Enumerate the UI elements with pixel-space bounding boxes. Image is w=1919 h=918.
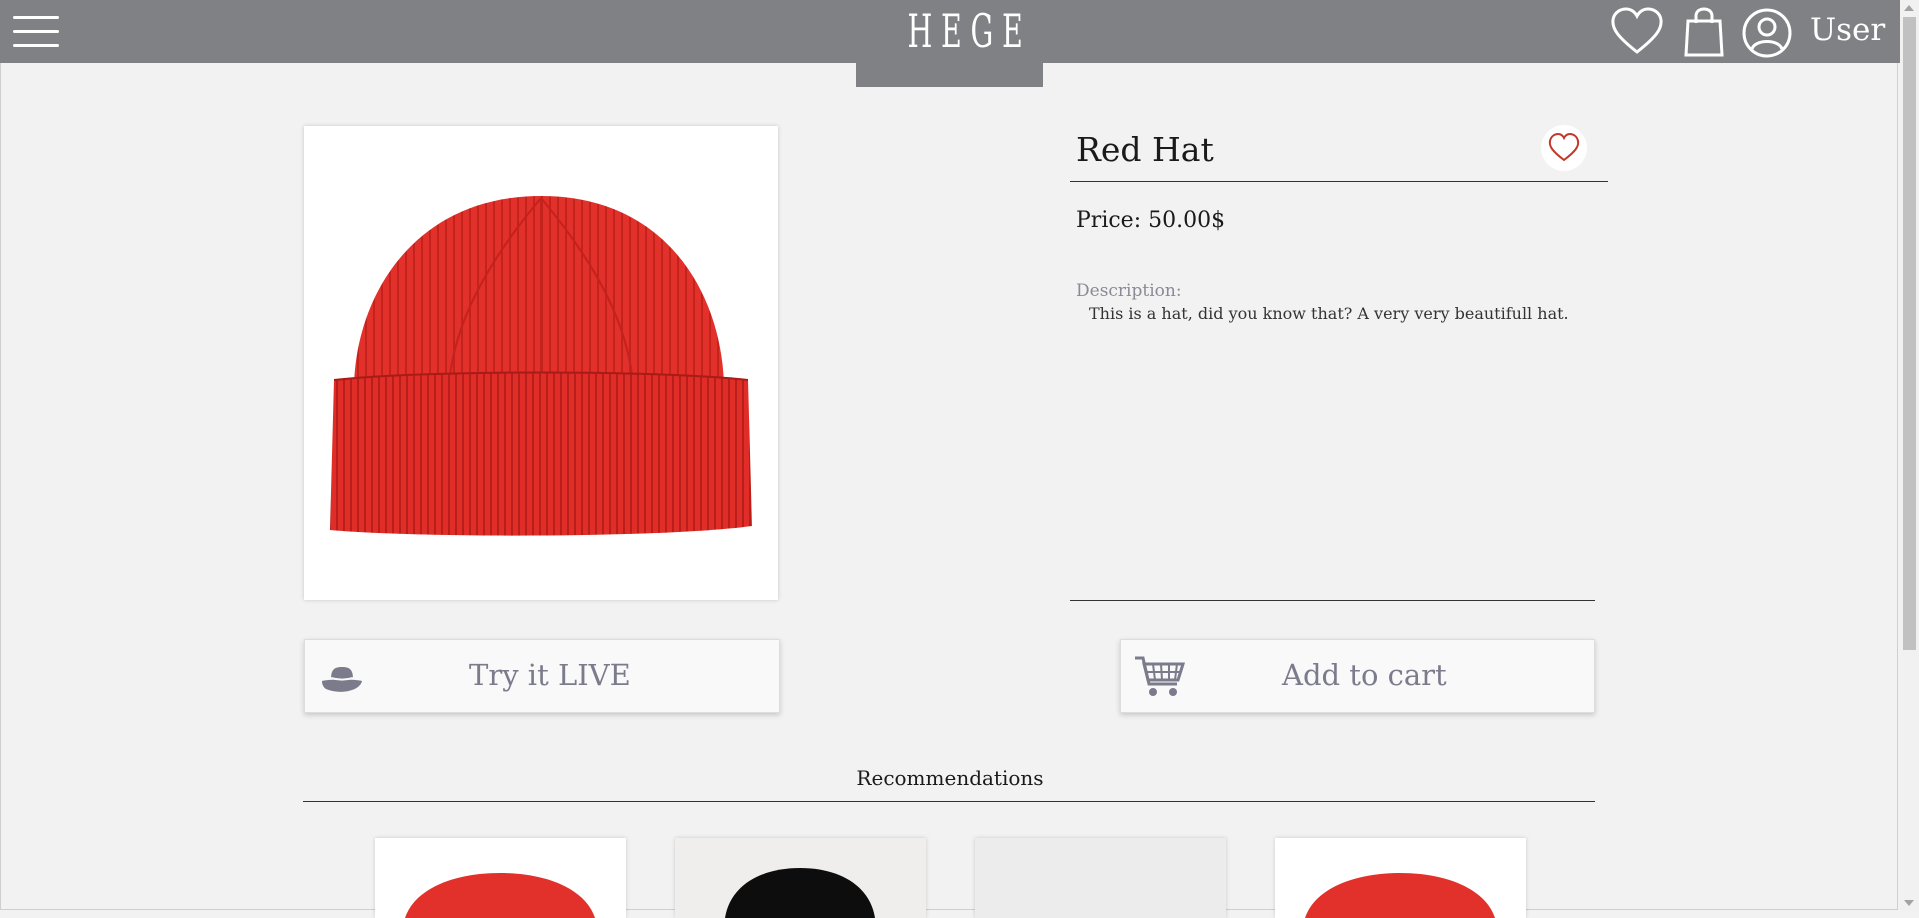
scroll-up-icon[interactable] — [1904, 5, 1914, 11]
brand-logo-text: HEGE — [907, 4, 1032, 58]
product-price: Price: 50.00$ — [1076, 208, 1226, 233]
favorite-heart-icon[interactable] — [1541, 125, 1587, 171]
recommendation-image — [1275, 838, 1526, 918]
try-it-live-label: Try it LIVE — [469, 658, 631, 692]
user-avatar-icon[interactable] — [1741, 7, 1793, 63]
vertical-scrollbar[interactable] — [1900, 0, 1919, 912]
recommendation-image — [375, 838, 626, 918]
hamburger-menu-icon[interactable] — [13, 14, 59, 50]
add-to-cart-label: Add to cart — [1282, 658, 1447, 692]
recommendation-card[interactable] — [375, 838, 626, 918]
hat-icon — [322, 667, 362, 692]
add-to-cart-button[interactable]: Add to cart — [1120, 639, 1595, 713]
red-hat-image — [330, 196, 752, 536]
description-label: Description: — [1076, 281, 1182, 301]
details-divider — [1070, 600, 1595, 601]
try-it-live-button[interactable]: Try it LIVE — [304, 639, 780, 713]
recommendations-title: Recommendations — [856, 766, 1044, 790]
scroll-down-icon[interactable] — [1904, 900, 1914, 906]
user-menu-label[interactable]: User — [1810, 12, 1885, 48]
product-description: This is a hat, did you know that? A very… — [1089, 304, 1569, 323]
recommendation-image — [975, 838, 1226, 918]
wishlist-heart-icon[interactable] — [1610, 7, 1664, 61]
top-navbar: HEGE — [0, 0, 1900, 66]
recommendation-card[interactable] — [675, 838, 926, 918]
product-image — [304, 126, 778, 600]
shopping-bag-icon[interactable] — [1684, 7, 1724, 61]
recommendation-image — [675, 838, 926, 918]
recommendation-card[interactable] — [975, 838, 1226, 918]
brand-logo[interactable]: HEGE — [868, 4, 1030, 66]
product-title: Red Hat — [1076, 130, 1214, 169]
recommendation-card[interactable] — [1275, 838, 1526, 918]
scrollbar-thumb[interactable] — [1903, 17, 1916, 650]
title-divider — [1070, 181, 1608, 182]
logo-tab — [856, 60, 1043, 87]
cart-icon — [1135, 656, 1185, 696]
recommendations-divider — [303, 801, 1595, 802]
